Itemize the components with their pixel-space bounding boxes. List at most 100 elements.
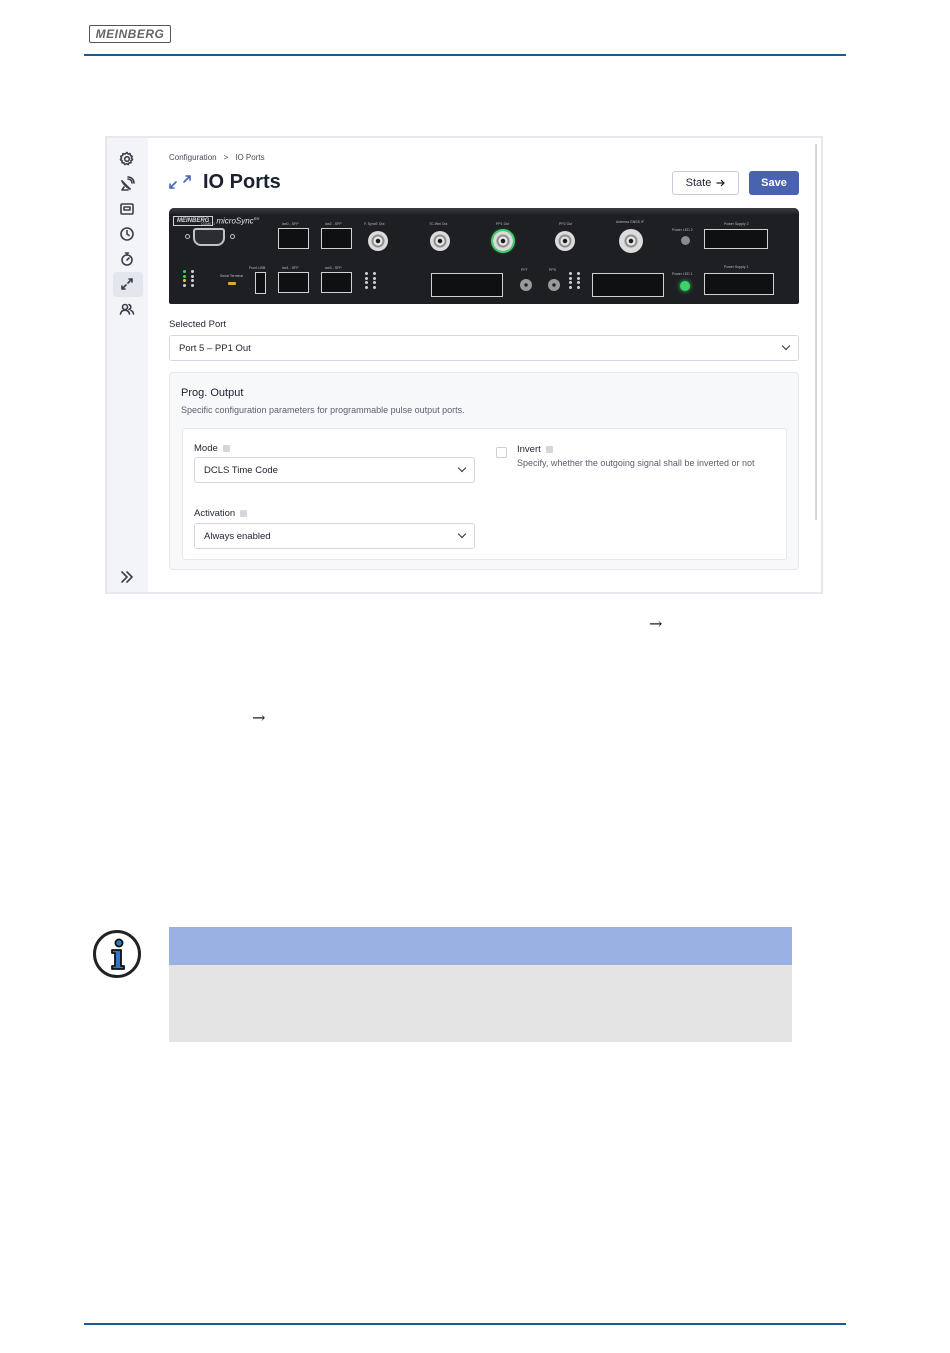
footer-rule: [84, 1323, 846, 1325]
clock-icon: [120, 227, 134, 241]
invert-label: Invert: [517, 444, 553, 455]
io-ports-icon: [121, 278, 133, 290]
sidebar-item-settings[interactable]: [116, 148, 138, 170]
port-lan3[interactable]: [321, 272, 352, 293]
device-brand: MEINBERG microSyncRX: [173, 216, 259, 226]
device-model: microSyncRX: [216, 216, 259, 226]
chevron-down-icon: [457, 529, 467, 539]
info-circle-icon: [93, 930, 141, 978]
label-psu2: Power Supply 2: [724, 222, 749, 226]
sidebar-item-io-ports[interactable]: [116, 273, 138, 295]
network-card-icon: [120, 203, 134, 215]
com-port[interactable]: [193, 228, 225, 246]
status-leds-mid: [365, 272, 378, 289]
label-psu1: Power Supply 1: [724, 265, 749, 269]
invert-checkbox[interactable]: [496, 447, 507, 458]
label-tc: TC-Wel Out: [429, 222, 448, 226]
sidebar-item-users[interactable]: [116, 298, 138, 320]
device-front-panel: MEINBERG microSyncRX COM0 /1 lan0 - SFP …: [169, 208, 799, 304]
breadcrumb: Configuration > IO Ports: [169, 153, 265, 162]
invert-description: Specify, whether the outgoing signal sha…: [517, 458, 755, 468]
info-icon[interactable]: [240, 510, 248, 517]
state-button[interactable]: State: [672, 171, 739, 195]
activation-label: Activation: [194, 508, 248, 519]
breadcrumb-separator: >: [223, 153, 229, 162]
status-leds-left: [183, 270, 196, 287]
scrollbar[interactable]: [815, 144, 817, 520]
label-serial-terminal: Serial Terminal: [220, 274, 244, 278]
port-antenna[interactable]: [619, 229, 643, 253]
power-supply-1-terminal: [704, 273, 774, 295]
port-lan2[interactable]: [321, 228, 352, 249]
arrow-right-icon: [716, 179, 726, 187]
port-pps[interactable]: [548, 279, 560, 291]
info-box-body: [169, 965, 792, 1042]
label-power-led2: Power LED 2: [672, 228, 693, 232]
invert-label-text: Invert: [517, 444, 541, 455]
label-lan0: lan0 - SFP: [282, 222, 299, 226]
stopwatch-icon: [121, 252, 133, 266]
label-pp1: PP1 Out: [496, 222, 510, 226]
port-lan1[interactable]: [278, 272, 309, 293]
label-lan3: lan3 - SFP: [325, 266, 342, 270]
label-front-usb: Front USB: [249, 266, 266, 270]
port-ppt[interactable]: [520, 279, 532, 291]
device-model-name: microSync: [216, 216, 254, 226]
sidebar-item-network[interactable]: [116, 198, 138, 220]
port-lan0[interactable]: [278, 228, 309, 249]
activation-label-text: Activation: [194, 508, 236, 519]
activation-select[interactable]: Always enabled: [194, 523, 475, 549]
users-icon: [119, 303, 135, 315]
mode-label-text: Mode: [194, 443, 218, 454]
chevron-down-icon: [781, 341, 791, 351]
meinberg-logo: MEINBERG: [89, 25, 171, 43]
arrow-glyph-1: →: [649, 614, 663, 633]
selected-port-label: Selected Port: [169, 319, 227, 330]
sidebar-item-receiver[interactable]: [116, 173, 138, 195]
prog-output-card: Prog. Output Specific configuration para…: [169, 372, 799, 570]
arrow-glyph-2: →: [252, 708, 266, 727]
sidebar-item-timer[interactable]: [116, 248, 138, 270]
label-lan2: lan2 - SFP: [325, 222, 342, 226]
info-box-header: [169, 927, 792, 965]
breadcrumb-current: IO Ports: [235, 153, 265, 162]
mode-select[interactable]: DCLS Time Code: [194, 457, 475, 483]
io-ports-title-icon: [169, 175, 191, 194]
satellite-icon: [121, 176, 135, 191]
prog-output-title: Prog. Output: [181, 387, 244, 399]
label-synce: F. SyncE Out: [364, 222, 385, 226]
state-button-label: State: [685, 177, 712, 189]
port-pp1-out-selected[interactable]: [493, 231, 513, 251]
webui-screenshot: Configuration > IO Ports IO Ports State Sa…: [105, 136, 823, 594]
info-icon[interactable]: [545, 446, 553, 453]
port-synce-out[interactable]: [368, 231, 388, 251]
label-pps: PPS: [549, 268, 557, 272]
prog-output-subtitle: Specific configuration parameters for pr…: [181, 405, 465, 415]
front-usb-port[interactable]: [255, 272, 266, 294]
page-title: IO Ports: [203, 171, 281, 193]
io-terminal-block-1: [431, 273, 503, 297]
power-led-2: [681, 236, 690, 245]
activation-value: Always enabled: [204, 530, 271, 542]
sidebar: [107, 138, 148, 592]
label-power-led1: Power LED 1: [672, 272, 693, 276]
label-ppt: PPT: [521, 268, 528, 272]
label-com: COM0 /1: [201, 222, 216, 226]
save-button[interactable]: Save: [749, 171, 799, 195]
power-led-1: [680, 281, 690, 291]
power-supply-2-terminal: [704, 229, 768, 249]
label-pp2: PP2 Out: [559, 222, 573, 226]
double-chevron-right-icon: [121, 571, 133, 583]
label-antenna: Antenna GNSS IF: [616, 220, 645, 224]
port-tc-out[interactable]: [430, 231, 450, 251]
selected-port-select[interactable]: Port 5 – PP1 Out: [169, 335, 799, 361]
device-model-sup: RX: [253, 216, 260, 222]
info-icon[interactable]: [222, 445, 230, 452]
status-leds-right: [569, 272, 582, 289]
sidebar-expand-button[interactable]: [116, 566, 138, 588]
prog-output-fields: Mode DCLS Time Code Activation Always en…: [182, 428, 787, 560]
mode-value: DCLS Time Code: [204, 464, 278, 476]
sidebar-item-time[interactable]: [116, 223, 138, 245]
port-pp2-out[interactable]: [555, 231, 575, 251]
breadcrumb-configuration[interactable]: Configuration: [169, 153, 217, 162]
